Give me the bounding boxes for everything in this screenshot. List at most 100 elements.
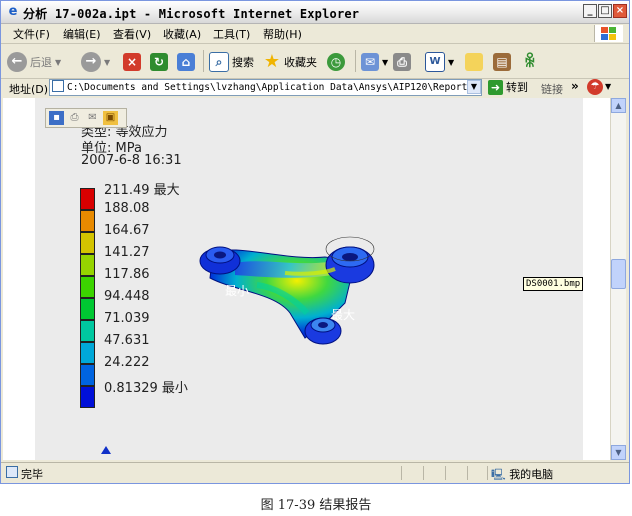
search-button[interactable]: ⌕ 搜索 [209, 50, 254, 74]
favorites-button[interactable]: ★ 收藏夹 [263, 50, 317, 74]
search-icon: ⌕ [209, 52, 229, 72]
window-title: 分析 17-002a.ipt - Microsoft Internet Expl… [23, 7, 360, 21]
links-chevron-icon[interactable]: » [571, 79, 579, 93]
back-arrow-icon: ← [7, 52, 27, 72]
menu-tools[interactable]: 工具(T) [213, 26, 250, 42]
address-dropdown-icon[interactable]: ▼ [467, 80, 481, 94]
legend-value: 71.039 [104, 311, 150, 326]
legend-value: 141.27 [104, 245, 150, 260]
report-page: 类型: 等效应力 单位: MPa 2007-6-8 16:31 最小 最大 DS… [35, 98, 584, 460]
scroll-up-button[interactable]: ▲ [611, 98, 626, 113]
legend-swatch [80, 342, 95, 364]
address-input[interactable]: C:\Documents and Settings\lvzhang\Applic… [49, 79, 482, 96]
triad-icon [101, 446, 111, 454]
status-divider [401, 466, 402, 480]
edit-button[interactable]: W ▼ [425, 50, 454, 74]
word-icon: W [425, 52, 445, 72]
page-status-icon [6, 466, 18, 478]
address-url: C:\Documents and Settings\lvzhang\Applic… [67, 82, 482, 93]
scroll-thumb[interactable] [611, 259, 626, 289]
status-divider [445, 466, 446, 480]
close-button[interactable]: × [613, 4, 627, 18]
vertical-scrollbar[interactable]: ▲ ▼ [610, 98, 626, 460]
menu-view[interactable]: 查看(V) [113, 26, 151, 42]
min-marker: 最小 [225, 284, 250, 298]
legend-swatch [80, 320, 95, 342]
print-image-icon[interactable]: ⎙ [67, 111, 82, 125]
legend-swatch [80, 386, 95, 408]
my-pictures-icon[interactable]: ▣ [103, 111, 118, 125]
home-button[interactable]: ⌂ [177, 50, 195, 74]
windows-flag-icon [594, 25, 623, 42]
links-label[interactable]: 链接 [541, 81, 563, 97]
back-button[interactable]: ← 后退 ▼ [7, 50, 61, 74]
menu-favorites[interactable]: 收藏(A) [163, 26, 201, 42]
research-button[interactable]: ▤ [493, 50, 511, 74]
messenger-button[interactable]: ꆜ [521, 50, 539, 74]
print-button[interactable]: ⎙ [393, 50, 411, 74]
search-label: 搜索 [232, 56, 254, 69]
zone-label: 我的电脑 [509, 468, 554, 481]
note-icon [465, 53, 483, 71]
result-date: 2007-6-8 16:31 [81, 153, 182, 168]
refresh-icon: ↻ [150, 53, 168, 71]
favorites-label: 收藏夹 [284, 56, 317, 69]
menu-help[interactable]: 帮助(H) [263, 26, 302, 42]
books-icon: ▤ [493, 53, 511, 71]
stress-model-image [199, 236, 375, 345]
legend-value: 0.81329 最小 [104, 381, 188, 396]
status-text: 完毕 [21, 468, 43, 481]
home-icon: ⌂ [177, 53, 195, 71]
legend-swatch [80, 210, 95, 232]
page-icon [52, 80, 64, 92]
scroll-down-button[interactable]: ▼ [611, 445, 626, 460]
edit-dropdown-icon: ▼ [448, 57, 455, 67]
legend-value: 211.49 最大 [104, 183, 180, 198]
go-arrow-icon: ➜ [488, 79, 503, 95]
forward-button[interactable]: → ▼ [81, 50, 110, 74]
save-image-icon[interactable]: ▪ [49, 111, 64, 125]
image-toolbar: ▪ ⎙ ✉ ▣ [45, 108, 127, 128]
printer-icon: ⎙ [393, 53, 411, 71]
legend-value: 47.631 [104, 333, 150, 348]
go-label: 转到 [506, 81, 528, 94]
go-button[interactable]: ➜ 转到 [488, 79, 528, 95]
addon-dropdown-icon[interactable]: ▼ [605, 82, 611, 91]
back-label: 后退 [30, 56, 52, 69]
addon-icon[interactable]: ☂ [587, 79, 603, 95]
history-icon: ◷ [327, 53, 345, 71]
maximize-button[interactable]: □ [598, 4, 612, 18]
ie-window: e 分析 17-002a.ipt - Microsoft Internet Ex… [0, 0, 630, 484]
history-button[interactable]: ◷ [327, 50, 345, 74]
stop-icon: × [123, 53, 141, 71]
legend-swatch [80, 276, 95, 298]
menu-file[interactable]: 文件(F) [13, 26, 50, 42]
toolbar-separator [355, 50, 356, 72]
status-bar: 完毕 🖳 我的电脑 [1, 462, 629, 483]
address-label: 地址(D) [9, 83, 49, 96]
mail-dropdown-icon: ▼ [382, 57, 389, 67]
menu-bar: 文件(F) 编辑(E) 查看(V) 收藏(A) 工具(T) 帮助(H) [1, 24, 629, 44]
address-bar: 地址(D) C:\Documents and Settings\lvzhang\… [1, 79, 629, 97]
ie-logo-icon: e [8, 4, 18, 19]
legend-value: 24.222 [104, 355, 150, 370]
discuss-button[interactable] [465, 50, 483, 74]
mail-button[interactable]: ✉ ▼ [361, 50, 388, 74]
refresh-button[interactable]: ↻ [150, 50, 168, 74]
legend-value: 188.08 [104, 201, 150, 216]
minimize-button[interactable]: _ [583, 4, 597, 18]
legend-value: 164.67 [104, 223, 150, 238]
toolbar: ← 后退 ▼ → ▼ × ↻ ⌂ ⌕ 搜索 ★ 收藏夹 ◷ ✉ ▼ ⎙ W ▼ … [1, 44, 629, 79]
legend-swatch [80, 188, 95, 210]
figure-caption: 图 17-39 结果报告 [260, 498, 372, 513]
legend-swatch [80, 298, 95, 320]
status-divider [487, 466, 488, 480]
status-divider [467, 466, 468, 480]
messenger-icon: ꆜ [523, 52, 537, 71]
legend-swatch [80, 254, 95, 276]
email-image-icon[interactable]: ✉ [85, 111, 100, 125]
max-marker: 最大 [331, 308, 356, 322]
status-divider [423, 466, 424, 480]
stop-button[interactable]: × [123, 50, 141, 74]
menu-edit[interactable]: 编辑(E) [63, 26, 101, 42]
